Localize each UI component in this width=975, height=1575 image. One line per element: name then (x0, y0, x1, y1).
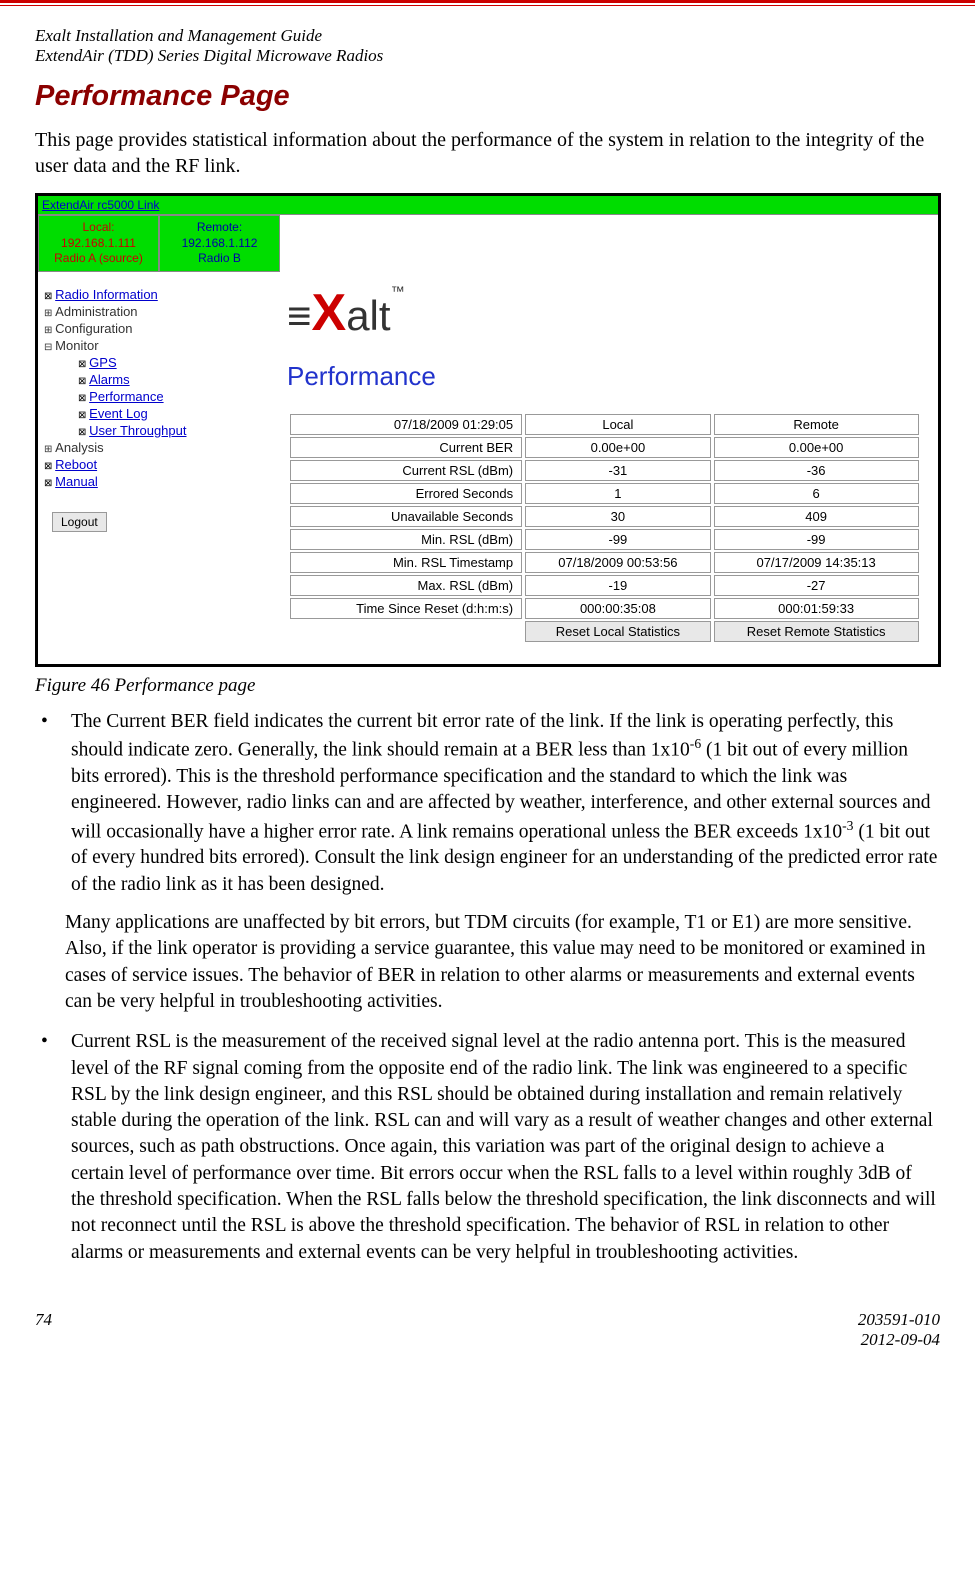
reset-remote-button[interactable]: Reset Remote Statistics (714, 621, 919, 642)
nav-sidebar: ⊠ Radio Information ⊞ Administration ⊞ C… (38, 272, 277, 664)
nav-monitor[interactable]: Monitor (55, 338, 98, 353)
local-radio: Radio A (source) (41, 251, 156, 267)
remote-radio: Radio B (162, 251, 277, 267)
nav-config[interactable]: Configuration (55, 321, 132, 336)
local-radio-cell[interactable]: Local: 192.168.1.111 Radio A (source) (38, 215, 159, 272)
doc-header: Exalt Installation and Management Guide … (35, 26, 940, 66)
doc-date: 2012-09-04 (858, 1330, 940, 1350)
table-row: Max. RSL (dBm)-19-27 (290, 575, 919, 596)
page-footer: 74 203591-010 2012-09-04 (0, 1298, 975, 1374)
nav-performance[interactable]: Performance (89, 389, 163, 404)
bullet-1: • The Current BER field indicates the cu… (35, 709, 940, 898)
table-row: Min. RSL Timestamp07/18/2009 00:53:5607/… (290, 552, 919, 573)
reset-local-button[interactable]: Reset Local Statistics (525, 621, 711, 642)
logout-button[interactable]: Logout (52, 512, 107, 532)
remote-radio-cell[interactable]: Remote: 192.168.1.112 Radio B (159, 215, 280, 272)
table-row: Time Since Reset (d:h:m:s)000:00:35:0800… (290, 598, 919, 619)
exalt-logo: ≡Xalt™ (287, 283, 928, 343)
timestamp-cell: 07/18/2009 01:29:05 (290, 414, 522, 435)
local-ip: 192.168.1.111 (41, 236, 156, 252)
nav-alarms[interactable]: Alarms (89, 372, 129, 387)
bullet-2: • Current RSL is the measurement of the … (35, 1029, 940, 1266)
table-row: Unavailable Seconds30409 (290, 506, 919, 527)
header-line1: Exalt Installation and Management Guide (35, 26, 940, 46)
table-header-row: 07/18/2009 01:29:05 Local Remote (290, 414, 919, 435)
nav-radio-info[interactable]: Radio Information (55, 287, 158, 302)
header-line2: ExtendAir (TDD) Series Digital Microwave… (35, 46, 940, 66)
table-reset-row: Reset Local Statistics Reset Remote Stat… (290, 621, 919, 642)
panel-title: Performance (287, 361, 928, 392)
performance-screenshot: ExtendAir rc5000 Link Local: 192.168.1.1… (35, 193, 941, 667)
content-panel: ≡Xalt™ Performance 07/18/2009 01:29:05 L… (277, 272, 938, 664)
nav-gps[interactable]: GPS (89, 355, 116, 370)
remote-label: Remote: (162, 220, 277, 236)
radio-header-row: Local: 192.168.1.111 Radio A (source) Re… (38, 215, 938, 272)
nav-analysis[interactable]: Analysis (55, 440, 103, 455)
performance-table: 07/18/2009 01:29:05 Local Remote Current… (287, 412, 922, 644)
page-title: Performance Page (35, 80, 940, 113)
doc-number: 203591-010 (858, 1310, 940, 1330)
table-row: Min. RSL (dBm)-99-99 (290, 529, 919, 550)
col-remote: Remote (714, 414, 919, 435)
nav-user-throughput[interactable]: User Throughput (89, 423, 186, 438)
link-name-bar: ExtendAir rc5000 Link (38, 196, 938, 215)
local-label: Local: (41, 220, 156, 236)
bullet-1-para2: Many applications are unaffected by bit … (65, 910, 940, 1015)
nav-event-log[interactable]: Event Log (89, 406, 148, 421)
nav-admin[interactable]: Administration (55, 304, 137, 319)
intro-text: This page provides statistical informati… (35, 127, 940, 179)
remote-ip: 192.168.1.112 (162, 236, 277, 252)
nav-manual[interactable]: Manual (55, 474, 98, 489)
figure-caption: Figure 46 Performance page (35, 675, 940, 697)
table-row: Current BER0.00e+000.00e+00 (290, 437, 919, 458)
link-name[interactable]: ExtendAir rc5000 Link (42, 198, 159, 212)
table-row: Current RSL (dBm)-31-36 (290, 460, 919, 481)
nav-reboot[interactable]: Reboot (55, 457, 97, 472)
table-row: Errored Seconds16 (290, 483, 919, 504)
col-local: Local (525, 414, 711, 435)
page-number: 74 (35, 1310, 52, 1350)
